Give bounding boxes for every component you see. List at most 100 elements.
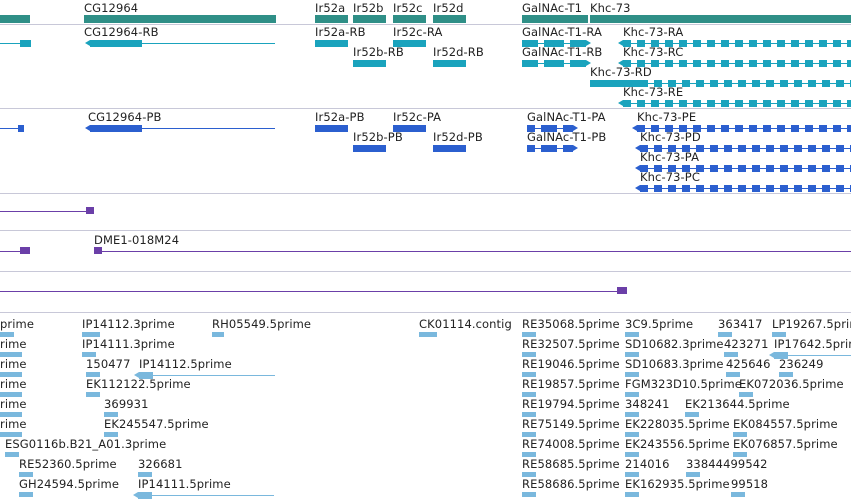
mrna-exon[interactable] xyxy=(833,40,841,47)
mrna-exon[interactable] xyxy=(315,40,348,47)
mrna-exon[interactable] xyxy=(570,60,586,67)
est-bar[interactable] xyxy=(522,492,536,497)
mrna-exon[interactable] xyxy=(710,80,718,87)
cds-exon[interactable] xyxy=(668,185,676,192)
cds-exon[interactable] xyxy=(808,165,816,172)
mrna-exon[interactable] xyxy=(693,60,701,67)
cds-exon[interactable] xyxy=(738,165,746,172)
cds-exon[interactable] xyxy=(766,185,774,192)
est-bar[interactable] xyxy=(5,452,19,457)
cds-exon[interactable] xyxy=(794,145,802,152)
cds-exon[interactable] xyxy=(710,165,718,172)
mrna-exon[interactable] xyxy=(819,100,827,107)
est-bar[interactable] xyxy=(419,332,437,337)
mrna-exon[interactable] xyxy=(791,100,799,107)
gene-bar[interactable] xyxy=(393,15,426,23)
mrna-exon[interactable] xyxy=(707,60,715,67)
mrna-exon[interactable] xyxy=(794,80,802,87)
cds-exon[interactable] xyxy=(749,125,757,132)
mrna-exon[interactable] xyxy=(847,100,851,107)
mrna-exon[interactable] xyxy=(780,80,788,87)
mrna-exon[interactable] xyxy=(724,80,732,87)
mrna-exon[interactable] xyxy=(679,100,687,107)
mrna-exon[interactable] xyxy=(707,40,715,47)
cds-exon[interactable] xyxy=(353,145,386,152)
cds-exon[interactable] xyxy=(780,145,788,152)
mrna-exon[interactable] xyxy=(651,100,659,107)
mrna-exon[interactable] xyxy=(20,40,31,47)
cds-exon[interactable] xyxy=(315,125,348,132)
cds-exon[interactable] xyxy=(724,145,732,152)
cds-exon[interactable] xyxy=(724,165,732,172)
cds-exon[interactable] xyxy=(836,185,844,192)
cds-exon[interactable] xyxy=(780,185,788,192)
clone-line[interactable] xyxy=(94,251,851,252)
cds-exon[interactable] xyxy=(710,145,718,152)
mrna-exon[interactable] xyxy=(822,80,830,87)
mrna-exon[interactable] xyxy=(693,40,701,47)
cds-exon[interactable] xyxy=(710,185,718,192)
clone-end[interactable] xyxy=(617,287,627,294)
mrna-exon[interactable] xyxy=(763,100,771,107)
gene-bar[interactable] xyxy=(522,15,588,23)
mrna-exon[interactable] xyxy=(777,100,785,107)
cds-exon[interactable] xyxy=(90,125,142,132)
gene-bar[interactable] xyxy=(353,15,386,23)
mrna-exon[interactable] xyxy=(90,40,142,47)
clone-line[interactable] xyxy=(0,291,625,292)
mrna-exon[interactable] xyxy=(791,40,799,47)
cds-exon[interactable] xyxy=(819,125,827,132)
cds-exon[interactable] xyxy=(433,145,466,152)
clone-line[interactable] xyxy=(0,211,90,212)
cds-exon[interactable] xyxy=(794,165,802,172)
cds-exon[interactable] xyxy=(808,185,816,192)
est-bar[interactable] xyxy=(731,492,745,497)
mrna-exon[interactable] xyxy=(735,40,743,47)
mrna-exon[interactable] xyxy=(808,80,816,87)
mrna-exon[interactable] xyxy=(847,40,851,47)
cds-exon[interactable] xyxy=(822,185,830,192)
mrna-exon[interactable] xyxy=(833,60,841,67)
mrna-exon[interactable] xyxy=(819,60,827,67)
mrna-exon[interactable] xyxy=(735,60,743,67)
mrna-exon[interactable] xyxy=(522,60,538,67)
cds-exon[interactable] xyxy=(738,145,746,152)
mrna-exon[interactable] xyxy=(805,60,813,67)
mrna-exon[interactable] xyxy=(763,40,771,47)
est-intron[interactable] xyxy=(139,375,275,376)
cds-exon[interactable] xyxy=(752,165,760,172)
mrna-exon[interactable] xyxy=(735,100,743,107)
mrna-exon[interactable] xyxy=(833,100,841,107)
cds-exon[interactable] xyxy=(766,145,774,152)
cds-exon[interactable] xyxy=(696,185,704,192)
mrna-exon[interactable] xyxy=(693,100,701,107)
mrna-exon[interactable] xyxy=(777,60,785,67)
mrna-exon[interactable] xyxy=(763,60,771,67)
cds-exon[interactable] xyxy=(808,145,816,152)
est-exon[interactable] xyxy=(138,492,152,499)
cds-exon[interactable] xyxy=(527,145,535,152)
mrna-exon[interactable] xyxy=(721,100,729,107)
cds-exon[interactable] xyxy=(836,145,844,152)
mrna-exon[interactable] xyxy=(679,60,687,67)
cds-exon[interactable] xyxy=(707,125,715,132)
clone-end[interactable] xyxy=(86,207,94,214)
est-bar[interactable] xyxy=(625,492,639,497)
cds-exon[interactable] xyxy=(563,145,573,152)
cds-exon[interactable] xyxy=(794,185,802,192)
mrna-exon[interactable] xyxy=(721,40,729,47)
mrna-exon[interactable] xyxy=(665,60,673,67)
mrna-exon[interactable] xyxy=(433,60,466,67)
cds-exon[interactable] xyxy=(766,165,774,172)
cds-exon[interactable] xyxy=(780,165,788,172)
mrna-exon[interactable] xyxy=(777,40,785,47)
cds-exon[interactable] xyxy=(735,125,743,132)
gene-bar[interactable] xyxy=(315,15,348,23)
mrna-exon[interactable] xyxy=(836,80,844,87)
mrna-exon[interactable] xyxy=(791,60,799,67)
mrna-exon[interactable] xyxy=(623,100,631,107)
mrna-exon[interactable] xyxy=(738,80,746,87)
cds-exon[interactable] xyxy=(836,165,844,172)
gene-bar[interactable] xyxy=(433,15,466,23)
clone-end[interactable] xyxy=(20,247,30,254)
